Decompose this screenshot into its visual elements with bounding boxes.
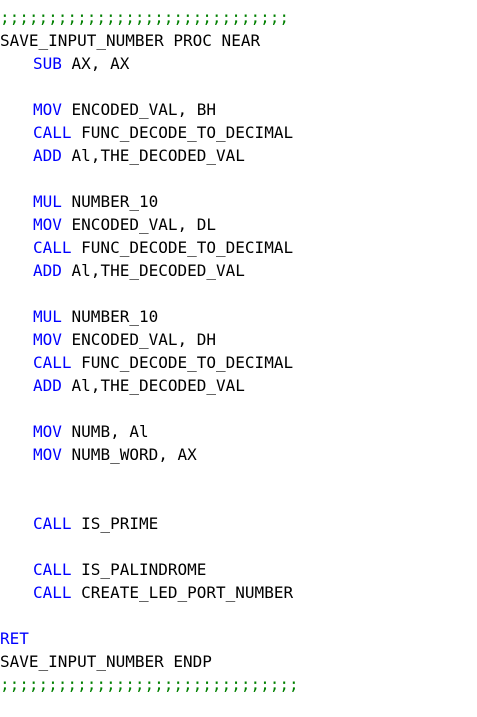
- instruction-operands: Al,THE_DECODED_VAL: [61, 261, 245, 280]
- code-line: CALL IS_PALINDROME: [33, 558, 206, 581]
- code-line: ADD Al,THE_DECODED_VAL: [33, 374, 245, 397]
- instruction-operands: NUMB, Al: [61, 422, 149, 441]
- code-editor[interactable]: ;;;;;;;;;;;;;;;;;;;;;;;;;;;;;; SAVE_INPU…: [0, 6, 477, 717]
- instruction-keyword: ADD: [33, 146, 62, 165]
- instruction-keyword: MOV: [33, 422, 62, 441]
- instruction-keyword: MUL: [33, 192, 62, 211]
- instruction-operands: ENCODED_VAL, DL: [61, 215, 217, 234]
- instruction-operands: Al,THE_DECODED_VAL: [61, 376, 245, 395]
- code-line: CALL FUNC_DECODE_TO_DECIMAL: [33, 236, 293, 259]
- code-line: ADD Al,THE_DECODED_VAL: [33, 144, 245, 167]
- instruction-operands: FUNC_DECODE_TO_DECIMAL: [71, 238, 294, 257]
- code-line: MOV ENCODED_VAL, BH: [33, 98, 216, 121]
- instruction-operands: Al,THE_DECODED_VAL: [61, 146, 245, 165]
- instruction-operands: NUMBER_10: [61, 192, 159, 211]
- instruction-keyword: CALL: [33, 560, 72, 579]
- instruction-operands: ENCODED_VAL, BH: [61, 100, 217, 119]
- instruction-keyword: SUB: [33, 54, 62, 73]
- instruction-keyword: MUL: [33, 307, 62, 326]
- instruction-operands: IS_PALINDROME: [71, 560, 207, 579]
- instruction-keyword: CALL: [33, 238, 72, 257]
- ret-instruction: RET: [0, 629, 29, 648]
- code-line: MUL NUMBER_10: [33, 305, 158, 328]
- code-line: CALL CREATE_LED_PORT_NUMBER: [33, 581, 293, 604]
- instruction-operands: AX, AX: [61, 54, 130, 73]
- code-line: MOV ENCODED_VAL, DH: [33, 328, 216, 351]
- instruction-operands: NUMB_WORD, AX: [61, 445, 197, 464]
- code-line: CALL FUNC_DECODE_TO_DECIMAL: [33, 121, 293, 144]
- code-line: CALL FUNC_DECODE_TO_DECIMAL: [33, 351, 293, 374]
- instruction-keyword: MOV: [33, 330, 62, 349]
- instruction-keyword: CALL: [33, 353, 72, 372]
- code-line: MOV ENCODED_VAL, DL: [33, 213, 216, 236]
- instruction-keyword: MOV: [33, 100, 62, 119]
- code-line: MUL NUMBER_10: [33, 190, 158, 213]
- comment-separator-bottom: ;;;;;;;;;;;;;;;;;;;;;;;;;;;;;;;: [0, 675, 299, 694]
- instruction-operands: ENCODED_VAL, DH: [61, 330, 217, 349]
- instruction-keyword: CALL: [33, 583, 72, 602]
- instruction-operands: IS_PRIME: [71, 514, 159, 533]
- code-line: SUB AX, AX: [33, 52, 129, 75]
- instruction-keyword: CALL: [33, 514, 72, 533]
- instruction-operands: NUMBER_10: [61, 307, 159, 326]
- instruction-operands: FUNC_DECODE_TO_DECIMAL: [71, 353, 294, 372]
- code-line: ADD Al,THE_DECODED_VAL: [33, 259, 245, 282]
- instruction-operands: FUNC_DECODE_TO_DECIMAL: [71, 123, 294, 142]
- instruction-keyword: MOV: [33, 215, 62, 234]
- code-line: MOV NUMB, Al: [33, 420, 149, 443]
- proc-header: SAVE_INPUT_NUMBER PROC NEAR: [0, 31, 261, 50]
- instruction-keyword: ADD: [33, 261, 62, 280]
- code-line: CALL IS_PRIME: [33, 512, 158, 535]
- instruction-keyword: MOV: [33, 445, 62, 464]
- instruction-keyword: ADD: [33, 376, 62, 395]
- instruction-keyword: CALL: [33, 123, 72, 142]
- instruction-operands: CREATE_LED_PORT_NUMBER: [71, 583, 294, 602]
- comment-separator-top: ;;;;;;;;;;;;;;;;;;;;;;;;;;;;;;: [0, 8, 289, 27]
- proc-footer: SAVE_INPUT_NUMBER ENDP: [0, 652, 212, 671]
- code-line: MOV NUMB_WORD, AX: [33, 443, 197, 466]
